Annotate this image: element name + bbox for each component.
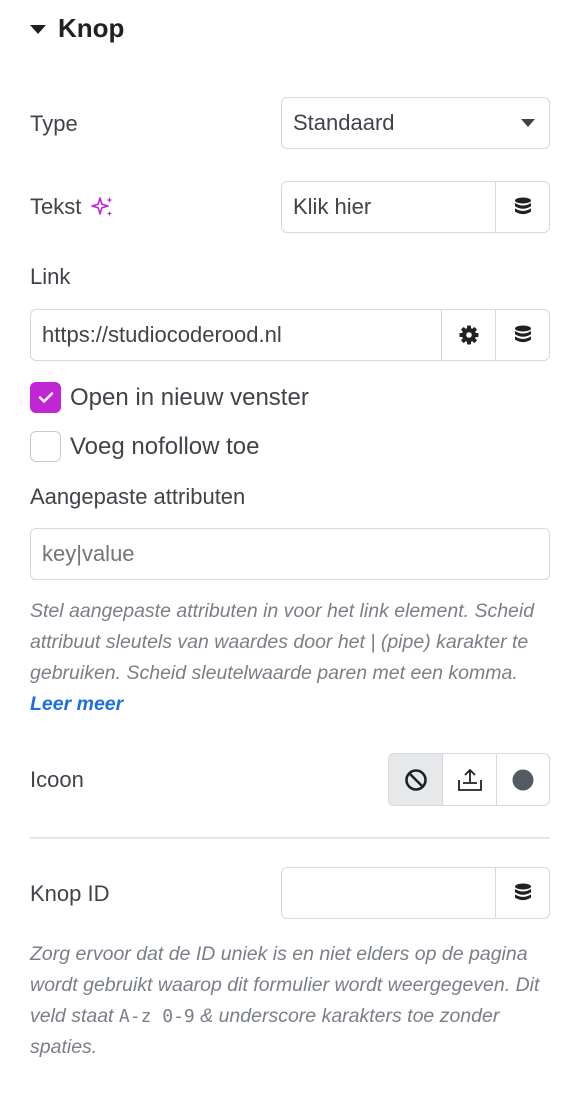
database-icon xyxy=(514,197,531,215)
database-icon xyxy=(514,883,531,901)
nofollow-label[interactable]: Voeg nofollow toe xyxy=(70,433,259,461)
icon-option-none[interactable] xyxy=(389,754,443,805)
gear-icon xyxy=(459,325,478,345)
link-label: Link xyxy=(30,264,71,289)
section-title: Knop xyxy=(58,12,125,43)
open-new-window-label[interactable]: Open in nieuw venster xyxy=(70,384,309,412)
custom-attributes-input[interactable] xyxy=(30,528,550,580)
button-id-field[interactable] xyxy=(281,867,550,919)
type-select-value: Standaard xyxy=(293,110,395,135)
text-field-value[interactable]: Klik hier xyxy=(282,194,495,220)
type-label: Type xyxy=(30,111,78,136)
icon-option-upload[interactable] xyxy=(442,754,495,805)
database-icon xyxy=(514,325,531,343)
custom-attributes-label: Aangepaste attributen xyxy=(30,484,246,509)
section-toggle[interactable]: Knop xyxy=(30,12,124,44)
link-options-button[interactable] xyxy=(441,310,495,360)
caret-down-icon xyxy=(30,24,46,34)
open-new-window-checkbox[interactable] xyxy=(30,382,61,413)
icon-option-circle[interactable] xyxy=(495,754,549,805)
learn-more-link[interactable]: Leer meer xyxy=(30,693,123,715)
circle-icon xyxy=(512,769,534,790)
open-new-window-option[interactable]: Open in nieuw venster xyxy=(30,382,309,413)
checkmark-icon xyxy=(38,392,53,403)
dynamic-tags-button[interactable] xyxy=(495,310,549,360)
ai-sparkle-icon[interactable] xyxy=(91,195,115,219)
text-label-row: Tekst xyxy=(30,194,115,220)
nofollow-option[interactable]: Voeg nofollow toe xyxy=(30,431,259,462)
dynamic-tags-button[interactable] xyxy=(495,868,549,918)
text-label: Tekst xyxy=(30,194,82,219)
chevron-down-icon xyxy=(521,119,535,127)
button-id-label: Knop ID xyxy=(30,881,110,906)
text-field[interactable]: Klik hier xyxy=(281,181,550,233)
divider xyxy=(30,837,550,839)
link-field-value[interactable]: https://studiocoderood.nl xyxy=(31,322,441,348)
custom-attributes-help: Stel aangepaste attributen in voor het l… xyxy=(30,596,550,720)
type-select[interactable]: Standaard xyxy=(281,97,550,149)
dynamic-tags-button[interactable] xyxy=(495,182,549,232)
button-id-help: Zorg ervoor dat de ID uniek is en niet e… xyxy=(30,939,550,1063)
link-field[interactable]: https://studiocoderood.nl xyxy=(30,309,550,361)
nofollow-checkbox[interactable] xyxy=(30,431,61,462)
allowed-characters-code: A-z 0-9 xyxy=(118,1006,195,1027)
upload-icon xyxy=(457,768,482,791)
icon-choice-group[interactable] xyxy=(388,753,550,806)
icon-label: Icoon xyxy=(30,767,84,792)
custom-attributes-help-text: Stel aangepaste attributen in voor het l… xyxy=(30,600,535,684)
none-icon xyxy=(404,768,427,791)
